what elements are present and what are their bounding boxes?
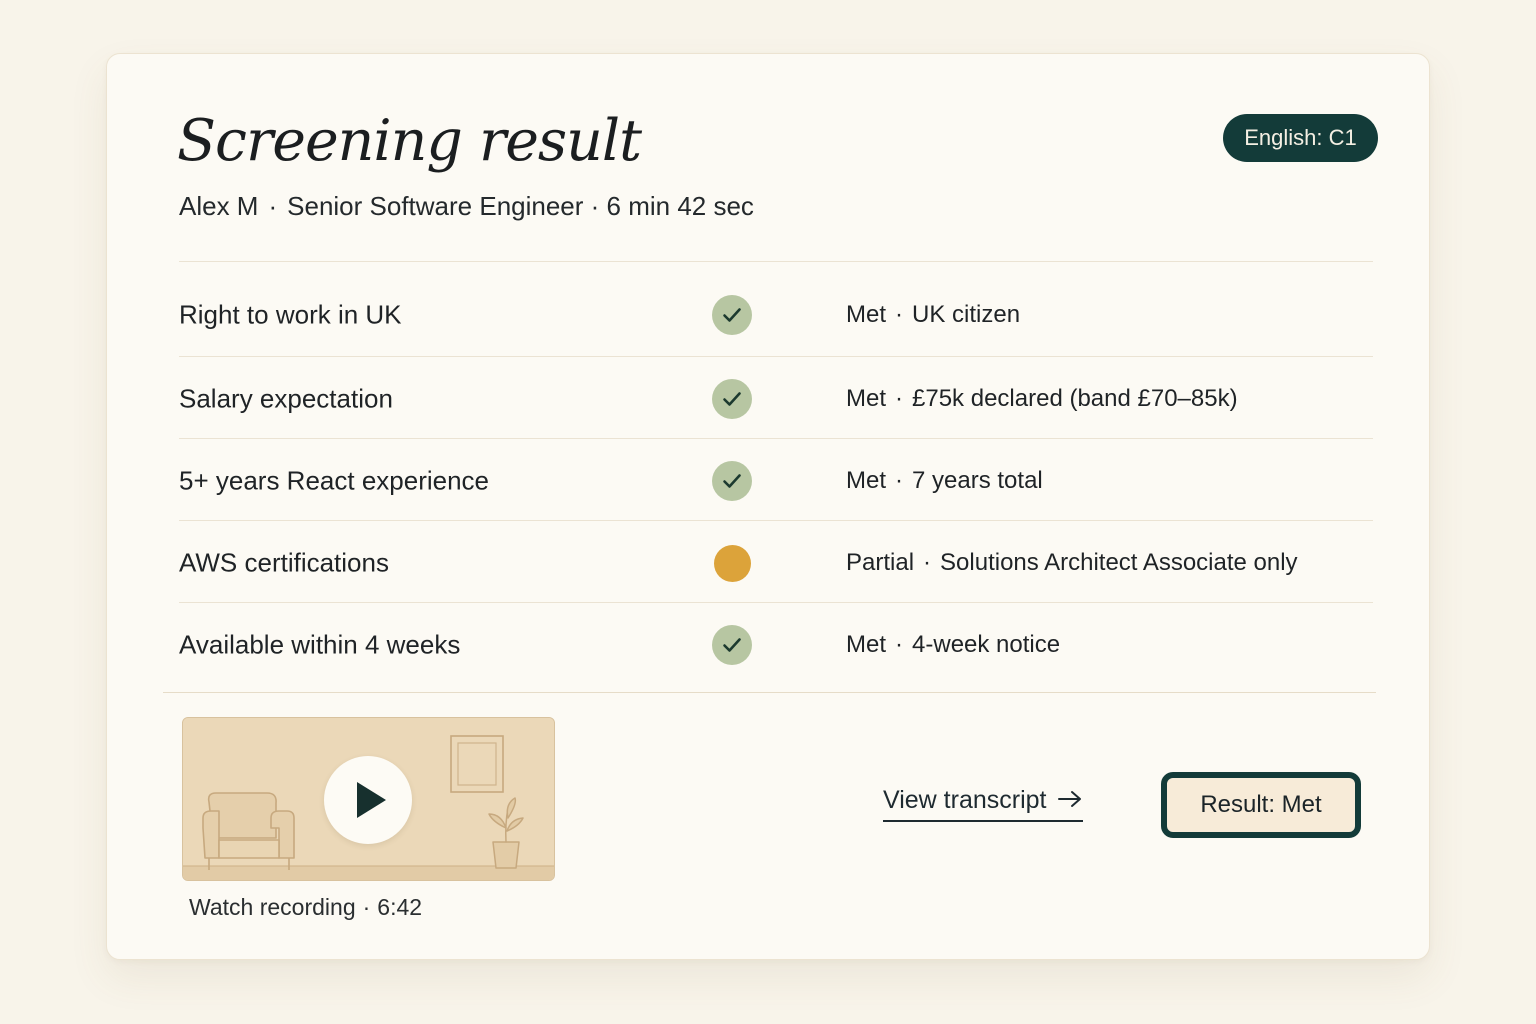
criterion-detail: Met · UK citizen — [846, 301, 1020, 329]
criterion-label: Salary expectation — [179, 383, 393, 414]
criterion-row: AWS certifications Partial · Solutions Arc… — [179, 522, 1373, 604]
check-icon — [712, 379, 752, 419]
criterion-detail-text: 4-week notice — [912, 631, 1061, 658]
criterion-label: AWS certifications — [179, 547, 389, 578]
arrow-right-icon — [1057, 791, 1081, 808]
criterion-status-label: Partial — [846, 549, 915, 576]
play-icon[interactable] — [324, 756, 412, 844]
detail-separator: · — [923, 549, 932, 576]
criterion-detail: Partial · Solutions Architect Associate on… — [846, 549, 1298, 577]
candidate-name: Alex M — [179, 191, 259, 221]
recording-caption: Watch recording · 6:42 — [189, 894, 422, 921]
recording-thumbnail[interactable] — [182, 717, 555, 881]
criterion-detail: Met · 7 years total — [846, 467, 1043, 495]
check-icon — [712, 295, 752, 335]
row-divider — [179, 520, 1373, 521]
criterion-row: Salary expectation Met · £75k declared (ba… — [179, 358, 1373, 440]
criterion-detail: Met · 4-week notice — [846, 631, 1060, 659]
criterion-status-label: Met — [846, 631, 887, 658]
detail-separator: · — [895, 467, 904, 494]
criterion-detail-text: UK citizen — [912, 301, 1021, 328]
criterion-detail-text: Solutions Architect Associate only — [940, 549, 1298, 576]
criterion-label: Available within 4 weeks — [179, 629, 461, 660]
criterion-status-label: Met — [846, 385, 887, 412]
criterion-row: 5+ years React experience Met · 7 years to… — [179, 440, 1373, 522]
header-divider — [179, 261, 1373, 262]
criterion-detail-text: £75k declared (band £70–85k) — [912, 385, 1238, 412]
subtitle-separator: · — [268, 191, 278, 221]
criterion-detail: Met · £75k declared (band £70–85k) — [846, 385, 1238, 413]
partial-status-dot-icon — [714, 545, 751, 582]
language-level-badge: English: C1 — [1223, 114, 1378, 162]
criterion-label: 5+ years React experience — [179, 465, 490, 496]
page-title: Screening result — [177, 108, 642, 174]
criterion-row: Available within 4 weeks Met · 4-week noti… — [179, 604, 1373, 686]
row-divider — [179, 438, 1373, 439]
detail-separator: · — [895, 385, 904, 412]
criterion-status-label: Met — [846, 467, 887, 494]
check-icon — [712, 461, 752, 501]
criterion-label: Right to work in UK — [179, 299, 402, 330]
row-divider — [179, 356, 1373, 357]
screening-result-card: Screening result Alex M · Senior Software … — [106, 53, 1430, 960]
table-divider — [163, 692, 1376, 693]
result-button[interactable]: Result: Met — [1161, 772, 1361, 838]
recording-label: Watch recording — [189, 894, 356, 920]
row-divider — [179, 602, 1373, 603]
candidate-summary: Alex M · Senior Software Engineer · 6 min … — [179, 190, 754, 222]
role-and-duration: Senior Software Engineer · 6 min 42 sec — [287, 191, 754, 221]
view-transcript-label: View transcript — [883, 786, 1047, 814]
detail-separator: · — [895, 301, 904, 328]
recording-duration: 6:42 — [377, 894, 423, 920]
criterion-status-label: Met — [846, 301, 887, 328]
criterion-row: Right to work in UK Met · UK citizen — [179, 274, 1373, 356]
check-icon — [712, 625, 752, 665]
recording-separator: · — [362, 894, 371, 920]
criterion-detail-text: 7 years total — [912, 467, 1043, 494]
detail-separator: · — [895, 631, 904, 658]
view-transcript-link[interactable]: View transcript — [883, 786, 1083, 822]
